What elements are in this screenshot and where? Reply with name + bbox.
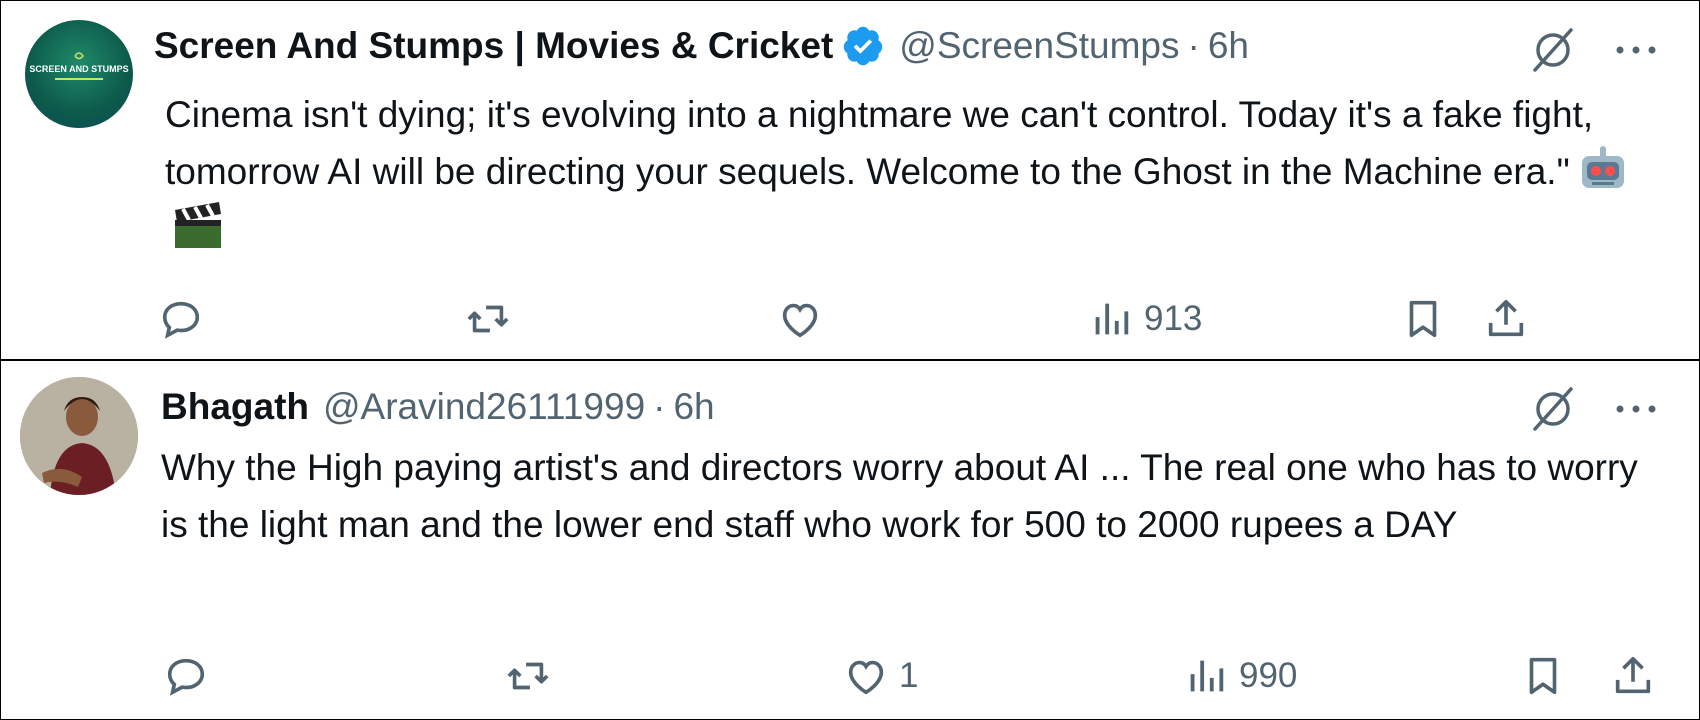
avatar[interactable] xyxy=(20,377,138,495)
tweet-card[interactable]: Bhagath @Aravind26111999 · 6h Why the Hi… xyxy=(0,361,1700,720)
share-icon xyxy=(1488,299,1524,337)
grok-icon[interactable] xyxy=(1525,381,1581,437)
author-handle[interactable]: @Aravind26111999 xyxy=(323,386,645,428)
share-button[interactable] xyxy=(1483,296,1529,342)
tweet-text: Cinema isn't dying; it's evolving into a… xyxy=(165,86,1655,258)
clapper-board-emoji xyxy=(175,202,221,248)
bookmark-button[interactable] xyxy=(1400,296,1446,342)
reply-button[interactable] xyxy=(163,653,209,699)
author-handle[interactable]: @ScreenStumps xyxy=(899,25,1179,67)
reply-icon xyxy=(167,658,205,696)
more-icon[interactable] xyxy=(1612,40,1660,60)
heart-icon xyxy=(782,303,818,338)
like-count: 1 xyxy=(899,656,919,695)
tweet-card[interactable]: SCREEN AND STUMPS Screen And Stumps | Mo… xyxy=(0,0,1700,359)
reply-button[interactable] xyxy=(158,296,204,342)
analytics-icon xyxy=(1190,660,1224,692)
bookmark-icon xyxy=(1529,657,1557,695)
more-icon[interactable] xyxy=(1612,399,1660,419)
bookmark-icon xyxy=(1409,300,1437,338)
view-count: 913 xyxy=(1144,299,1203,338)
separator: · xyxy=(653,386,666,427)
timestamp[interactable]: 6h xyxy=(1208,25,1249,67)
verified-badge-icon xyxy=(844,26,883,66)
robot-emoji xyxy=(1581,146,1624,188)
grok-icon[interactable] xyxy=(1525,22,1581,78)
views-button[interactable]: 913 xyxy=(1088,296,1202,342)
retweet-button[interactable] xyxy=(505,653,551,699)
reply-icon xyxy=(162,301,200,339)
timestamp[interactable]: 6h xyxy=(673,386,714,428)
heart-icon xyxy=(848,660,884,695)
bookmark-button[interactable] xyxy=(1520,653,1566,699)
author-name[interactable]: Bhagath xyxy=(161,386,309,428)
separator: · xyxy=(1187,25,1200,66)
avatar-logo-text: SCREEN AND STUMPS xyxy=(29,64,128,74)
like-button[interactable]: 1 xyxy=(843,653,918,699)
avatar[interactable]: SCREEN AND STUMPS xyxy=(25,20,133,128)
author-name[interactable]: Screen And Stumps | Movies & Cricket xyxy=(154,25,833,67)
retweet-icon xyxy=(507,662,549,690)
share-icon xyxy=(1615,656,1651,694)
like-button[interactable] xyxy=(777,296,833,342)
share-button[interactable] xyxy=(1610,653,1656,699)
tweet-body: Cinema isn't dying; it's evolving into a… xyxy=(165,94,1594,192)
retweet-button[interactable] xyxy=(465,296,511,342)
view-count: 990 xyxy=(1239,656,1298,695)
analytics-icon xyxy=(1095,303,1129,335)
tweet-text: Why the High paying artist's and directo… xyxy=(161,447,1638,545)
retweet-icon xyxy=(467,305,509,333)
views-button[interactable]: 990 xyxy=(1183,653,1297,699)
